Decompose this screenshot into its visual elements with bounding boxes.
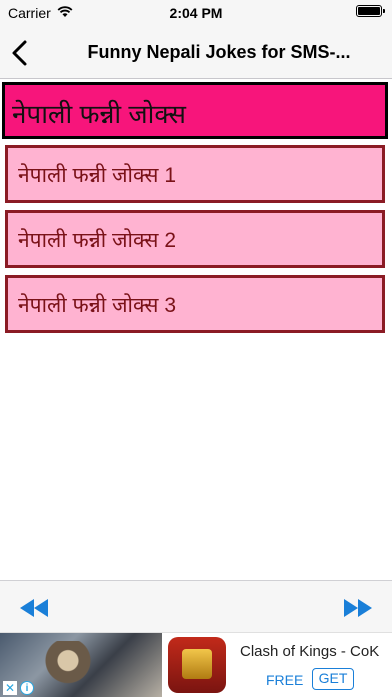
section-header-title: नेपाली फन्नी जोक्स: [12, 99, 186, 129]
list-item[interactable]: नेपाली फन्नी जोक्स 3: [5, 275, 385, 333]
list-item[interactable]: नेपाली फन्नी जोक्स 1: [5, 145, 385, 203]
app-icon[interactable]: [168, 637, 226, 693]
navigation-bar: Funny Nepali Jokes for SMS-...: [0, 28, 392, 79]
page-title: Funny Nepali Jokes for SMS-...: [87, 42, 351, 62]
ad-banner[interactable]: ✕ i Clash of Kings - CoK FREE GET: [0, 632, 392, 697]
back-button[interactable]: [6, 36, 36, 70]
ad-close-icon[interactable]: ✕: [3, 681, 17, 695]
next-button[interactable]: [342, 597, 374, 619]
bottom-toolbar: [0, 580, 392, 633]
list-item-label: नेपाली फन्नी जोक्स 2: [18, 229, 177, 252]
rewind-icon: [20, 599, 48, 617]
list-item-label: नेपाली फन्नी जोक्स 3: [18, 294, 177, 317]
section-header: नेपाली फन्नी जोक्स: [2, 82, 388, 139]
chevron-left-icon: [12, 40, 27, 66]
status-right: [356, 5, 385, 17]
battery-icon: [356, 5, 385, 17]
status-time: 2:04 PM: [169, 5, 223, 21]
crown-icon: [182, 649, 212, 679]
fast-forward-icon: [344, 599, 372, 617]
list-item-label: नेपाली फन्नी जोक्स 1: [18, 164, 177, 187]
ad-title[interactable]: Clash of Kings - CoK: [240, 643, 379, 660]
ad-info-icon[interactable]: i: [20, 681, 34, 695]
status-bar: Carrier 2:04 PM: [0, 0, 392, 28]
ad-image[interactable]: ✕ i: [0, 633, 162, 697]
previous-button[interactable]: [18, 597, 50, 619]
ad-get-button[interactable]: GET: [312, 668, 354, 690]
ad-warrior-image: [38, 641, 98, 697]
list-item[interactable]: नेपाली फन्नी जोक्स 2: [5, 210, 385, 268]
ad-price: FREE: [266, 672, 304, 688]
